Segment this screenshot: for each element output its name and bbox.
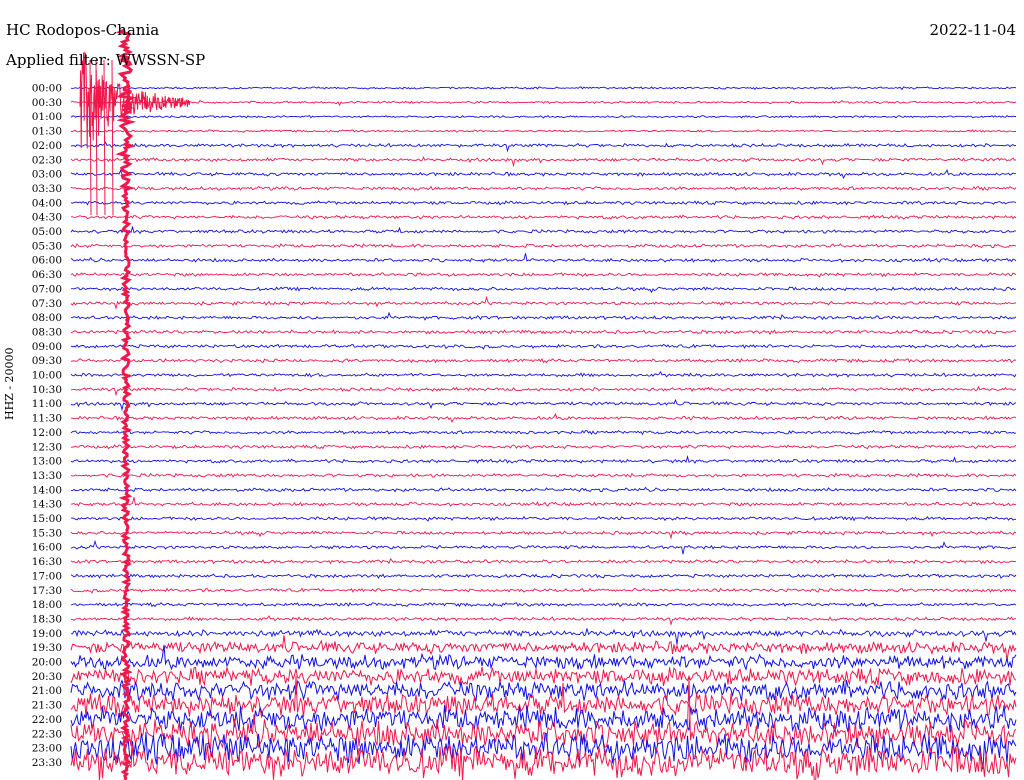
time-tick-label: 16:00 [32,542,62,554]
trace-row [70,455,1017,464]
trace-row [70,666,1017,687]
trace-row [70,114,1017,119]
trace-row [70,371,1017,378]
trace-row [71,286,1017,294]
trace-row [70,243,1017,249]
saturated-stroke [111,59,114,216]
trace-row [70,253,1017,263]
trace-row [70,169,1017,179]
trace-row [70,343,1017,350]
time-tick-label: 06:30 [32,269,62,281]
trace-row [70,412,1017,423]
time-tick-label: 17:30 [32,585,62,597]
time-tick-label: 11:00 [32,398,62,410]
filter-label: Applied filter: WWSSN-SP [6,51,206,69]
trace-row [70,497,1017,507]
helicorder-plot: 00:00 00:30 01:00 01:30 02:00 02:30 03:00 03:30… [32,28,1017,780]
time-tick-label: 09:00 [32,341,62,353]
time-tick-label: 20:30 [32,671,62,683]
time-tick-label: 22:30 [32,728,62,740]
time-tick-label: 04:00 [32,197,62,209]
trace-row [70,615,1017,626]
trace-row [70,156,1016,168]
time-tick-label: 10:30 [32,384,62,396]
time-tick-label: 23:00 [32,743,62,755]
time-tick-label: 15:30 [32,527,62,539]
time-tick-label: 11:30 [32,413,62,425]
time-tick-label: 14:00 [32,484,62,496]
trace-lines [70,28,1017,780]
trace-row [70,429,1017,436]
time-tick-label: 08:00 [32,312,62,324]
station-title: HC Rodopos-Chania [6,21,160,39]
trace-row [70,444,1017,450]
time-tick-label: 05:30 [32,240,62,252]
trace-row [70,472,1017,478]
time-tick-label: 20:00 [32,657,62,669]
time-tick-label: 04:30 [32,212,62,224]
time-tick-label: 09:30 [32,355,62,367]
trace-row [70,602,1017,608]
trace-row [70,486,1017,493]
time-tick-label: 14:30 [32,499,62,511]
time-tick-label: 17:00 [32,570,62,582]
trace-row [71,214,1017,220]
trace-row [70,515,1017,522]
trace-row [70,185,1017,192]
time-tick-label: 12:30 [32,441,62,453]
time-tick-label: 00:00 [32,83,62,95]
channel-axis-label: HHZ - 20000 [3,347,16,420]
time-tick-label: 19:00 [32,628,62,640]
trace-row [70,86,1017,91]
trace-row [70,573,1017,579]
trace-row [70,311,1017,325]
time-tick-labels: 00:00 00:30 01:00 01:30 02:00 02:30 03:00 03:30… [32,83,62,769]
time-tick-label: 02:00 [32,140,62,152]
trace-row [70,141,1017,153]
trace-row [70,644,1017,671]
trace-row [70,628,1017,645]
trace-row [70,225,1016,235]
trace-row [70,558,1016,565]
time-tick-label: 06:00 [32,255,62,267]
time-tick-label: 15:00 [32,513,62,525]
trace-row [70,129,1016,133]
trace-row [70,295,1017,311]
trace-row [70,271,1017,278]
time-tick-label: 01:30 [32,126,62,138]
time-tick-label: 02:30 [32,154,62,166]
trace-row [70,587,1017,594]
trace-row [70,539,1017,555]
time-tick-label: 07:00 [32,283,62,295]
time-tick-label: 21:30 [32,700,62,712]
record-date: 2022-11-04 [929,21,1016,39]
time-tick-label: 13:00 [32,456,62,468]
time-tick-label: 19:30 [32,642,62,654]
time-tick-label: 12:00 [32,427,62,439]
time-tick-label: 05:00 [32,226,62,238]
trace-row [70,329,1017,336]
trace-row [70,358,1017,364]
trace-row [70,398,1017,412]
time-tick-label: 03:30 [32,183,62,195]
time-tick-label: 07:30 [32,298,62,310]
time-tick-label: 21:00 [32,685,62,697]
time-tick-label: 08:30 [32,326,62,338]
time-tick-label: 01:00 [32,111,62,123]
time-tick-label: 00:30 [32,97,62,109]
trace-row [70,200,1017,206]
time-tick-label: 13:30 [32,470,62,482]
trace-row [70,99,1017,107]
time-tick-label: 22:00 [32,714,62,726]
time-tick-label: 23:30 [32,757,62,769]
time-tick-label: 03:00 [32,169,62,181]
time-tick-label: 18:00 [32,599,62,611]
time-tick-label: 18:30 [32,613,62,625]
time-tick-label: 10:00 [32,370,62,382]
trace-row [70,530,1017,540]
saturated-stroke [103,59,106,216]
trace-row [70,385,1017,397]
time-tick-label: 16:30 [32,556,62,568]
